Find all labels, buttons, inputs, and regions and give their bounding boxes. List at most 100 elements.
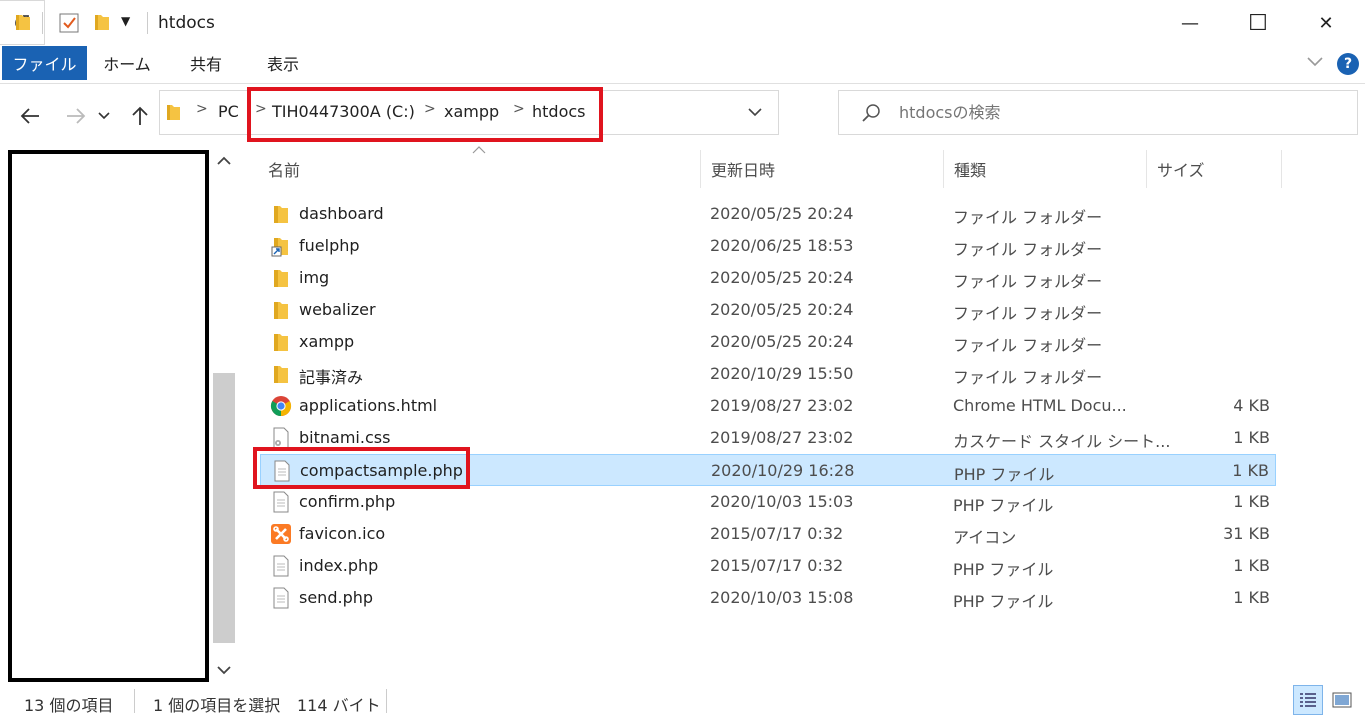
file-type: カスケード スタイル シート... [953, 432, 1171, 451]
file-name: index.php [299, 556, 379, 575]
file-date: 2020/05/25 20:24 [710, 332, 854, 351]
search-box[interactable] [838, 90, 1358, 135]
column-header-name-label: 名前 [268, 161, 301, 180]
file-row[interactable]: dashboard 2020/05/25 20:24 ファイル フォルダー [260, 198, 1276, 230]
file-date: 2019/08/27 23:02 [710, 396, 854, 415]
new-folder-icon[interactable] [93, 12, 111, 32]
file-row[interactable]: send.php 2020/10/03 15:08 PHP ファイル 1 KB [260, 582, 1276, 614]
file-type: アイコン [953, 528, 1017, 547]
search-icon [862, 104, 880, 122]
close-button[interactable]: ✕ [1292, 0, 1360, 46]
shortcut-icon [271, 238, 288, 257]
file-icon [273, 587, 289, 609]
column-header-size[interactable]: サイズ [1147, 150, 1282, 188]
file-icon [273, 491, 289, 513]
arrow-right-icon [67, 108, 86, 124]
large-icons-view-button[interactable] [1326, 685, 1358, 715]
file-row[interactable]: favicon.ico 2015/07/17 0:32 アイコン 31 KB [260, 518, 1276, 550]
selection-count: 1 個の項目を選択 [153, 696, 281, 715]
address-dropdown-icon[interactable] [748, 108, 762, 117]
column-header-type[interactable]: 種類 [944, 150, 1147, 188]
properties-icon[interactable] [58, 12, 80, 34]
file-name: favicon.ico [299, 524, 386, 543]
navigation-pane[interactable] [8, 150, 209, 682]
file-row[interactable]: applications.html 2019/08/27 23:02 Chrome … [260, 390, 1276, 422]
back-button[interactable] [14, 100, 46, 132]
selection-size: 114 バイト [297, 696, 381, 715]
help-icon[interactable]: ? [1337, 53, 1359, 75]
file-type: ファイル フォルダー [953, 272, 1103, 291]
file-type: PHP ファイル [954, 465, 1055, 484]
sort-ascending-icon [472, 146, 486, 154]
divider [386, 689, 387, 713]
scrollbar-thumb[interactable] [213, 373, 235, 643]
file-date: 2020/10/03 15:03 [710, 492, 854, 511]
file-date: 2015/07/17 0:32 [710, 524, 844, 543]
minimize-button[interactable]: — [1156, 0, 1224, 46]
tab-file[interactable]: ファイル [2, 46, 87, 80]
file-date: 2020/05/25 20:24 [710, 300, 854, 319]
details-view-button[interactable] [1293, 685, 1323, 715]
file-size: 1 KB [1233, 428, 1270, 447]
file-date: 2020/06/25 18:53 [710, 236, 854, 255]
column-header-type-label: 種類 [954, 161, 987, 180]
folder-icon [274, 270, 288, 287]
file-date: 2020/05/25 20:24 [710, 204, 854, 223]
file-name: xampp [299, 332, 355, 351]
file-type: ファイル フォルダー [953, 240, 1103, 259]
css-file-icon [273, 427, 289, 449]
chevron-down-icon [98, 112, 110, 120]
xampp-icon [271, 524, 291, 544]
file-row[interactable]: fuelphp 2020/06/25 18:53 ファイル フォルダー [260, 230, 1276, 262]
arrow-up-icon [132, 106, 148, 125]
scroll-up-icon[interactable] [216, 156, 232, 166]
scroll-down-icon[interactable] [216, 665, 232, 675]
tab-view[interactable]: 表示 [252, 46, 314, 80]
file-size: 1 KB [1233, 492, 1270, 511]
column-header-date[interactable]: 更新日時 [701, 150, 944, 188]
file-name: send.php [299, 588, 374, 607]
file-row[interactable]: 記事済み 2020/10/29 15:50 ファイル フォルダー [260, 358, 1276, 390]
file-row[interactable]: webalizer 2020/05/25 20:24 ファイル フォルダー [260, 294, 1276, 326]
file-name: webalizer [299, 300, 376, 319]
file-type: ファイル フォルダー [953, 368, 1103, 387]
divider [134, 689, 135, 713]
file-row[interactable]: img 2020/05/25 20:24 ファイル フォルダー [260, 262, 1276, 294]
file-name: img [299, 268, 330, 287]
forward-button[interactable] [60, 100, 92, 132]
title-bar: ▼ htdocs — ☐ ✕ [0, 0, 1365, 46]
folder-icon [274, 334, 288, 351]
column-header-name[interactable]: 名前 [258, 150, 701, 188]
maximize-button[interactable]: ☐ [1224, 0, 1292, 46]
divider [42, 12, 43, 34]
file-type: Chrome HTML Docu... [953, 396, 1127, 415]
file-type: ファイル フォルダー [953, 336, 1103, 355]
chrome-icon [270, 396, 292, 417]
file-row[interactable]: xampp 2020/05/25 20:24 ファイル フォルダー [260, 326, 1276, 358]
breadcrumb-pc[interactable]: PC [218, 102, 239, 121]
file-type: ファイル フォルダー [953, 304, 1103, 323]
file-size: 1 KB [1233, 556, 1270, 575]
breadcrumb-separator-icon[interactable]: > [196, 101, 208, 117]
tab-share[interactable]: 共有 [176, 46, 236, 80]
up-button[interactable] [124, 100, 156, 132]
item-count: 13 個の項目 [24, 696, 114, 715]
search-input[interactable] [899, 103, 1339, 122]
folder-icon [274, 366, 288, 383]
folder-icon [16, 15, 30, 30]
recent-locations-button[interactable] [94, 100, 114, 132]
file-row[interactable]: confirm.php 2020/10/03 15:03 PHP ファイル 1 KB [260, 486, 1276, 518]
file-date: 2020/10/03 15:08 [710, 588, 854, 607]
file-type: PHP ファイル [953, 560, 1054, 579]
file-row[interactable]: index.php 2015/07/17 0:32 PHP ファイル 1 KB [260, 550, 1276, 582]
file-date: 2020/05/25 20:24 [710, 268, 854, 287]
details-view-icon [1300, 693, 1316, 707]
chevron-down-icon[interactable]: ▼ [121, 14, 130, 28]
large-icons-view-icon [1332, 692, 1352, 708]
tab-home[interactable]: ホーム [94, 46, 160, 80]
file-highlight-box [253, 447, 470, 489]
file-date: 2020/10/29 15:50 [710, 364, 854, 383]
expand-ribbon-icon[interactable] [1306, 56, 1324, 68]
file-icon [273, 555, 289, 577]
address-highlight-box [247, 87, 603, 142]
